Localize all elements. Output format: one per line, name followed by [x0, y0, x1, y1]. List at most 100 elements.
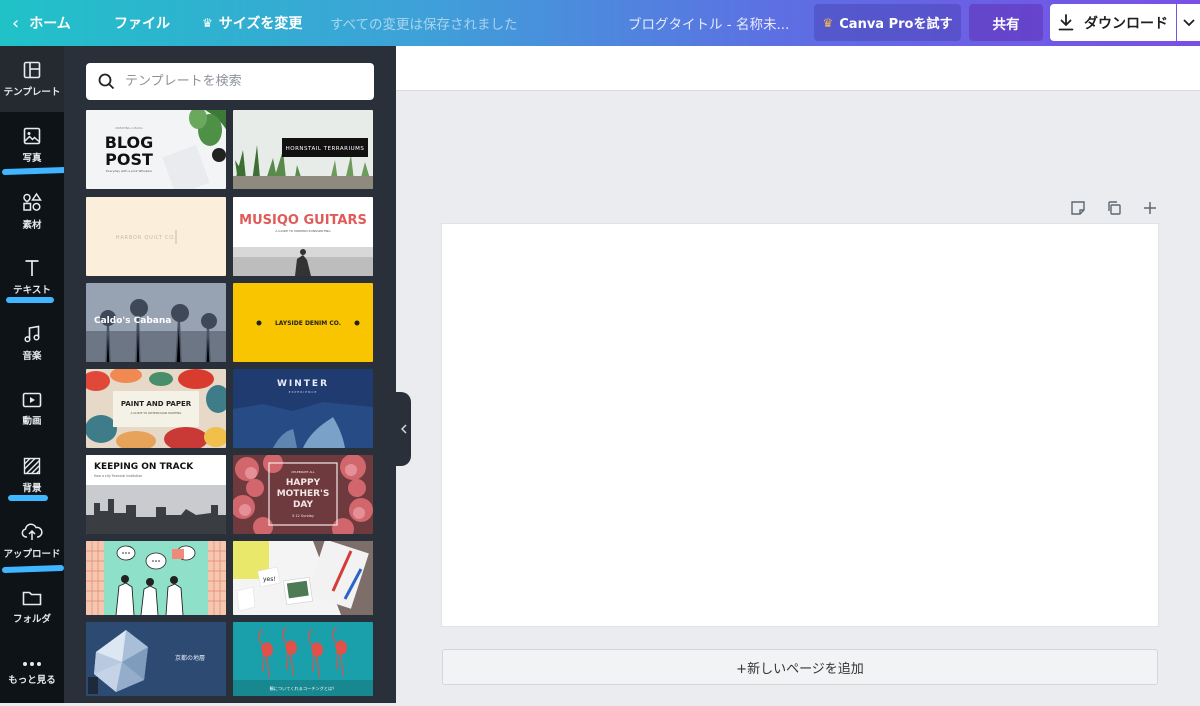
download-options-button[interactable]	[1177, 4, 1200, 41]
template-title: HARBOR QUILT CO.	[116, 235, 176, 241]
chevron-left-icon: ‹	[12, 12, 20, 34]
template-thumbnail[interactable]: HARBOR QUILT CO.	[86, 197, 226, 276]
template-thumbnail[interactable]: Caldo's Cabana	[86, 283, 226, 362]
template-kicker: CREATING A BLOG	[115, 126, 143, 130]
template-title: 鶴についてくれるコーチングとは？	[270, 685, 337, 692]
template-panel: CREATING A BLOG BLOG POST Everyday with …	[64, 46, 396, 703]
video-icon	[22, 392, 42, 407]
sidebar-item-label: フォルダ	[12, 613, 51, 625]
note-icon	[1071, 201, 1085, 215]
folder-icon	[22, 591, 42, 605]
resize-label: サイズを変更	[218, 16, 303, 32]
background-icon	[23, 457, 41, 474]
sidebar-item-label: 背景	[22, 482, 42, 494]
template-thumbnail[interactable]	[86, 541, 226, 615]
template-thumbnail[interactable]: CREATING A BLOG BLOG POST Everyday with …	[86, 110, 226, 189]
template-thumbnail[interactable]: WINTER EXPERIENCE	[233, 369, 373, 448]
try-pro-button[interactable]: ♛ Canva Proを試す	[814, 4, 961, 41]
more-icon	[23, 661, 41, 666]
plus-icon	[1144, 202, 1156, 214]
duplicate-icon	[1108, 201, 1121, 215]
editor-toolbar	[396, 46, 1200, 91]
crown-icon: ♛	[822, 15, 834, 30]
sidebar-item-more[interactable]: もっと見る	[0, 640, 64, 706]
template-thumbnail[interactable]: CELEBRATE ALL HAPPY MOTHER'S DAY 5.12 Su…	[233, 455, 373, 534]
add-note-button[interactable]	[1068, 198, 1088, 218]
share-button[interactable]: 共有	[969, 4, 1043, 41]
file-menu-button[interactable]: ファイル	[114, 0, 170, 46]
search-icon	[98, 73, 115, 90]
template-title: HORNSTAIL TERRARIUMS	[286, 146, 365, 152]
crown-icon: ♛	[202, 16, 213, 30]
save-status: すべての変更は保存されました	[330, 17, 518, 33]
sidebar-item-label: 写真	[22, 152, 42, 164]
template-title: Caldo's Cabana	[94, 316, 171, 326]
template-title: KEEPING ON TRACK	[94, 462, 194, 472]
resize-button[interactable]: ♛ サイズを変更	[202, 0, 302, 46]
sidebar-item-templates[interactable]: テンプレート	[0, 46, 64, 112]
duplicate-page-button[interactable]	[1104, 198, 1124, 218]
add-new-page-button[interactable]: +新しいページを追加	[442, 649, 1158, 685]
sidebar-item-upload[interactable]: アップロード	[0, 508, 64, 574]
top-bar: ‹ ホーム ファイル ♛ サイズを変更 すべての変更は保存されました ブログタイ…	[0, 0, 1200, 46]
template-thumbnail[interactable]: HORNSTAIL TERRARIUMS	[233, 110, 373, 189]
template-search-input[interactable]	[125, 74, 355, 89]
template-subtitle: Everyday with a pink Whiskers	[106, 169, 152, 173]
template-title: PAINT AND PAPER	[121, 400, 192, 408]
elements-icon	[23, 192, 42, 211]
text-icon	[25, 259, 39, 276]
template-title: LAYSIDE DENIM CO.	[275, 320, 341, 327]
left-rail: テンプレート 写真 素材 テキスト 音楽 動画 背景 アップロード フォルダ も…	[0, 46, 69, 706]
sidebar-item-label: 素材	[22, 219, 42, 231]
page-actions	[1068, 198, 1160, 218]
sidebar-item-label: アップロード	[3, 548, 61, 560]
template-title: WINTER	[277, 379, 329, 389]
download-label: ダウンロード	[1084, 15, 1168, 32]
document-title[interactable]: ブログタイトル - 名称未...	[628, 0, 789, 46]
download-button[interactable]: ダウンロード	[1050, 4, 1176, 41]
template-search[interactable]	[86, 63, 374, 100]
template-thumbnail[interactable]: LAYSIDE DENIM CO.	[233, 283, 373, 362]
template-subtitle: EXPERIENCE	[289, 390, 318, 394]
home-label: ホーム	[29, 16, 71, 32]
template-kicker: CELEBRATE ALL	[291, 470, 315, 474]
chevron-left-icon	[400, 424, 407, 434]
music-icon	[24, 325, 40, 342]
template-subtitle: 5.12 Sunday	[292, 514, 314, 518]
sidebar-item-folder[interactable]: フォルダ	[0, 574, 64, 640]
sidebar-item-label: テキスト	[13, 284, 51, 296]
sidebar-item-elements[interactable]: 素材	[0, 178, 64, 244]
template-title: yes!	[263, 576, 276, 583]
chevron-down-icon	[1182, 18, 1195, 26]
try-pro-label: Canva Proを試す	[839, 17, 953, 32]
collapse-panel-button[interactable]	[396, 392, 411, 466]
template-thumbnail[interactable]: KEEPING ON TRACK How a city financial in…	[86, 455, 226, 534]
template-subtitle: How a city financial institution	[94, 474, 142, 478]
template-title: DAY	[293, 500, 314, 510]
template-title: MUSIQO GUITARS	[239, 213, 367, 228]
add-page-icon-button[interactable]	[1140, 198, 1160, 218]
sidebar-item-video[interactable]: 動画	[0, 376, 64, 442]
sidebar-item-label: 動画	[22, 415, 42, 427]
template-title: MOTHER'S	[277, 489, 330, 499]
template-thumbnail[interactable]: 京都の地層	[86, 622, 226, 696]
photo-icon	[23, 127, 41, 144]
highlight-mark	[8, 495, 48, 501]
home-button[interactable]: ‹ ホーム	[12, 0, 71, 46]
download-icon	[1058, 14, 1074, 31]
template-thumbnail[interactable]: PAINT AND PAPER A GUIDE TO WATERCOLOR PA…	[86, 369, 226, 448]
upload-icon	[21, 523, 43, 540]
template-thumbnail[interactable]: yes!	[233, 541, 373, 615]
highlight-mark	[6, 297, 54, 303]
template-thumbnail[interactable]: 鶴についてくれるコーチングとは？	[233, 622, 373, 696]
sidebar-item-label: テンプレート	[3, 86, 61, 98]
template-subtitle: A GUIDE TO MODERN SONGWRITING	[275, 229, 331, 233]
sidebar-item-music[interactable]: 音楽	[0, 310, 64, 376]
template-icon	[23, 61, 41, 78]
sidebar-item-label: 音楽	[22, 350, 42, 362]
sidebar-item-label: もっと見る	[8, 674, 56, 686]
template-title: 京都の地層	[175, 654, 205, 662]
design-page-canvas[interactable]	[442, 224, 1158, 626]
template-subtitle: A GUIDE TO WATERCOLOR PAINTING	[131, 411, 182, 415]
template-thumbnail[interactable]: MUSIQO GUITARS A GUIDE TO MODERN SONGWRI…	[233, 197, 373, 276]
